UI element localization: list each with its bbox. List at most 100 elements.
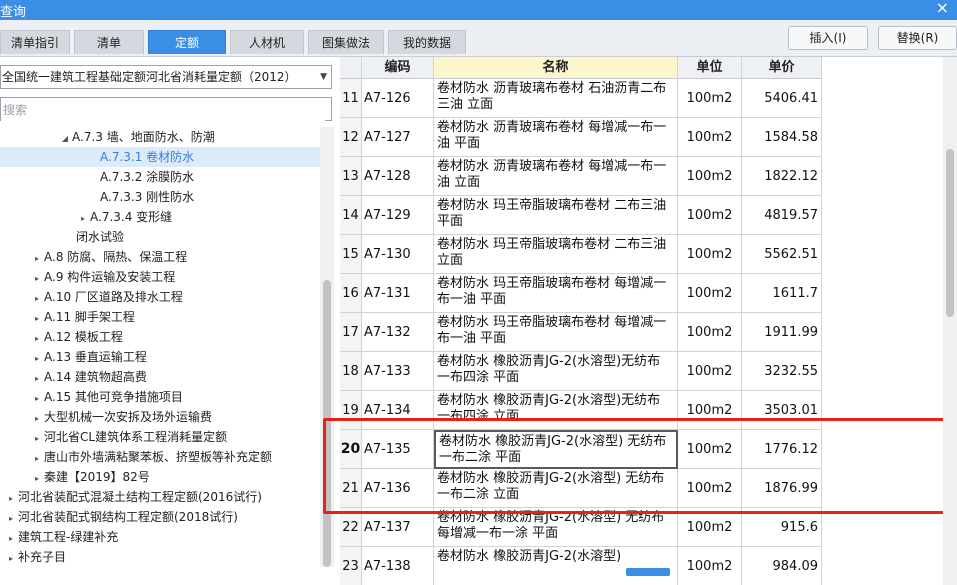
tree-node[interactable]: ◢ A.7.3 墙、地面防水、防潮 bbox=[58, 127, 215, 147]
tree-expand-icon[interactable]: ▸ bbox=[30, 409, 44, 429]
price-cell[interactable]: 984.09 bbox=[742, 547, 822, 585]
tab-atlas-method[interactable]: 图集做法 bbox=[308, 30, 384, 54]
price-cell[interactable]: 3232.55 bbox=[742, 352, 822, 391]
price-cell[interactable]: 1822.12 bbox=[742, 157, 822, 196]
unit-cell[interactable]: 100m2 bbox=[678, 430, 742, 469]
code-cell[interactable]: A7-131 bbox=[362, 274, 434, 313]
code-cell[interactable]: A7-133 bbox=[362, 352, 434, 391]
tree-expand-icon[interactable]: ▸ bbox=[4, 489, 18, 509]
tree-node[interactable]: ▸ A.15 其他可竞争措施项目 bbox=[30, 387, 183, 407]
tab-labor-material-machine[interactable]: 人材机 bbox=[230, 30, 304, 54]
unit-cell[interactable]: 100m2 bbox=[678, 352, 742, 391]
code-cell[interactable]: A7-138 bbox=[362, 547, 434, 585]
table-scrollbar-thumb[interactable] bbox=[946, 149, 954, 317]
unit-cell[interactable]: 100m2 bbox=[678, 196, 742, 235]
tab-quota[interactable]: 定额 bbox=[148, 30, 226, 54]
code-cell[interactable]: A7-137 bbox=[362, 508, 434, 547]
code-cell[interactable]: A7-127 bbox=[362, 118, 434, 157]
tree-node[interactable]: ▸ A.13 垂直运输工程 bbox=[30, 347, 147, 367]
tree-expand-icon[interactable]: ▸ bbox=[4, 509, 18, 529]
column-header-name[interactable]: 名称 bbox=[434, 57, 678, 79]
name-cell[interactable]: 卷材防水 橡胶沥青JG-2(水溶型) bbox=[434, 547, 678, 585]
tree-node[interactable]: ▸ A.7.3.4 变形缝 bbox=[76, 207, 172, 227]
tree-node[interactable]: ▸ A.9 构件运输及安装工程 bbox=[30, 267, 175, 287]
code-cell[interactable]: A7-136 bbox=[362, 469, 434, 508]
tree-scrollbar-thumb[interactable] bbox=[323, 280, 331, 567]
unit-cell[interactable]: 100m2 bbox=[678, 118, 742, 157]
row-number[interactable]: 21 bbox=[340, 469, 362, 508]
tree-expand-icon[interactable]: ▸ bbox=[4, 529, 18, 549]
column-header-price[interactable]: 单价 bbox=[742, 57, 822, 79]
tree-expand-icon[interactable]: ▸ bbox=[30, 369, 44, 389]
unit-cell[interactable]: 100m2 bbox=[678, 313, 742, 352]
search-input[interactable] bbox=[1, 99, 325, 121]
name-cell[interactable]: 卷材防水 橡胶沥青JG-2(水溶型)无纺布 一布四涂 立面 bbox=[434, 391, 678, 430]
name-cell[interactable]: 卷材防水 玛王帝脂玻璃布卷材 每增减一布一油 平面 bbox=[434, 274, 678, 313]
row-number[interactable]: 12 bbox=[340, 118, 362, 157]
tree-node[interactable]: ▸ A.14 建筑物超高费 bbox=[30, 367, 147, 387]
code-cell[interactable]: A7-129 bbox=[362, 196, 434, 235]
tree-node[interactable]: ▸ A.11 脚手架工程 bbox=[30, 307, 135, 327]
column-header-unit[interactable]: 单位 bbox=[678, 57, 742, 79]
row-number[interactable]: 11 bbox=[340, 79, 362, 118]
price-cell[interactable]: 3503.01 bbox=[742, 391, 822, 430]
row-number[interactable]: 23 bbox=[340, 547, 362, 585]
tree-node[interactable]: ▸ A.8 防腐、隔热、保温工程 bbox=[30, 247, 187, 267]
unit-cell[interactable]: 100m2 bbox=[678, 235, 742, 274]
name-cell[interactable]: 卷材防水 橡胶沥青JG-2(水溶型) 无纺布 一布二涂 立面 bbox=[434, 469, 678, 508]
unit-cell[interactable]: 100m2 bbox=[678, 508, 742, 547]
tree-expand-icon[interactable]: ▸ bbox=[30, 449, 44, 469]
row-number[interactable]: 14 bbox=[340, 196, 362, 235]
tab-list[interactable]: 清单 bbox=[74, 30, 144, 54]
tree-node[interactable]: ▸ 唐山市外墙满粘聚苯板、挤塑板等补充定额 bbox=[30, 447, 272, 467]
tree-expand-icon[interactable]: ▸ bbox=[30, 429, 44, 449]
tree-expand-icon[interactable]: ▸ bbox=[30, 329, 44, 349]
chevron-down-icon[interactable]: ▼ bbox=[320, 66, 327, 88]
name-cell[interactable]: 卷材防水 橡胶沥青JG-2(水溶型) 无纺布 每增减一布一涂 平面 bbox=[434, 508, 678, 547]
tab-list-guide[interactable]: 清单指引 bbox=[0, 30, 70, 54]
code-cell[interactable]: A7-135 bbox=[362, 430, 434, 469]
name-cell[interactable]: 卷材防水 玛王帝脂玻璃布卷材 每增减一布一油 平面 bbox=[434, 313, 678, 352]
table-scrollbar[interactable] bbox=[943, 57, 957, 585]
price-cell[interactable]: 4819.57 bbox=[742, 196, 822, 235]
tree-node[interactable]: ▸ 大型机械一次安拆及场外运输费 bbox=[30, 407, 212, 427]
tree-node[interactable]: ▸ 建筑工程-绿建补充 bbox=[4, 527, 118, 547]
price-cell[interactable]: 1911.99 bbox=[742, 313, 822, 352]
name-cell[interactable]: 卷材防水 沥青玻璃布卷材 每增减一布一油 平面 bbox=[434, 118, 678, 157]
tree-node-selected[interactable]: A.7.3.1 卷材防水 bbox=[0, 147, 320, 167]
unit-cell[interactable]: 100m2 bbox=[678, 157, 742, 196]
search-box[interactable] bbox=[0, 97, 332, 121]
unit-cell[interactable]: 100m2 bbox=[678, 391, 742, 430]
row-number[interactable]: 18 bbox=[340, 352, 362, 391]
row-number[interactable]: 16 bbox=[340, 274, 362, 313]
column-header-code[interactable]: 编码 bbox=[362, 57, 434, 79]
tree-expand-icon[interactable]: ◢ bbox=[58, 129, 72, 149]
quota-library-select[interactable]: 全国统一建筑工程基础定额河北省消耗量定额（2012） ▼ bbox=[0, 65, 332, 89]
tree-expand-icon[interactable]: ▸ bbox=[30, 289, 44, 309]
tree-node[interactable]: ▸ 秦建【2019】82号 bbox=[30, 467, 150, 487]
code-cell[interactable]: A7-130 bbox=[362, 235, 434, 274]
tree-node[interactable]: ▸ 河北省装配式混凝土结构工程定额(2016试行) bbox=[4, 487, 262, 507]
price-cell[interactable]: 5562.51 bbox=[742, 235, 822, 274]
tree-node[interactable]: ▸ 补充子目 bbox=[4, 547, 66, 567]
insert-button[interactable]: 插入(I) bbox=[788, 26, 868, 50]
replace-button[interactable]: 替换(R) bbox=[878, 26, 957, 50]
price-cell[interactable]: 1876.99 bbox=[742, 469, 822, 508]
name-cell[interactable]: 卷材防水 玛王帝脂玻璃布卷材 二布三油 平面 bbox=[434, 196, 678, 235]
close-icon[interactable]: × bbox=[936, 0, 949, 17]
price-cell[interactable]: 1611.7 bbox=[742, 274, 822, 313]
tree-expand-icon[interactable]: ▸ bbox=[30, 309, 44, 329]
name-cell[interactable]: 卷材防水 玛王帝脂玻璃布卷材 二布三油 立面 bbox=[434, 235, 678, 274]
tree-node[interactable]: ▸ 河北省装配式钢结构工程定额(2018试行) bbox=[4, 507, 238, 527]
tree-node[interactable]: A.7.3.3 刚性防水 bbox=[86, 187, 194, 207]
tree-expand-icon[interactable]: ▸ bbox=[30, 249, 44, 269]
unit-cell[interactable]: 100m2 bbox=[678, 469, 742, 508]
tree-expand-icon[interactable]: ▸ bbox=[30, 269, 44, 289]
price-cell[interactable]: 1584.58 bbox=[742, 118, 822, 157]
tree-node[interactable]: ▸ A.12 模板工程 bbox=[30, 327, 123, 347]
price-cell[interactable]: 5406.41 bbox=[742, 79, 822, 118]
tree-expand-icon[interactable]: ▸ bbox=[30, 389, 44, 409]
code-cell[interactable]: A7-128 bbox=[362, 157, 434, 196]
tree-expand-icon[interactable]: ▸ bbox=[76, 209, 90, 229]
tree-expand-icon[interactable]: ▸ bbox=[4, 549, 18, 569]
